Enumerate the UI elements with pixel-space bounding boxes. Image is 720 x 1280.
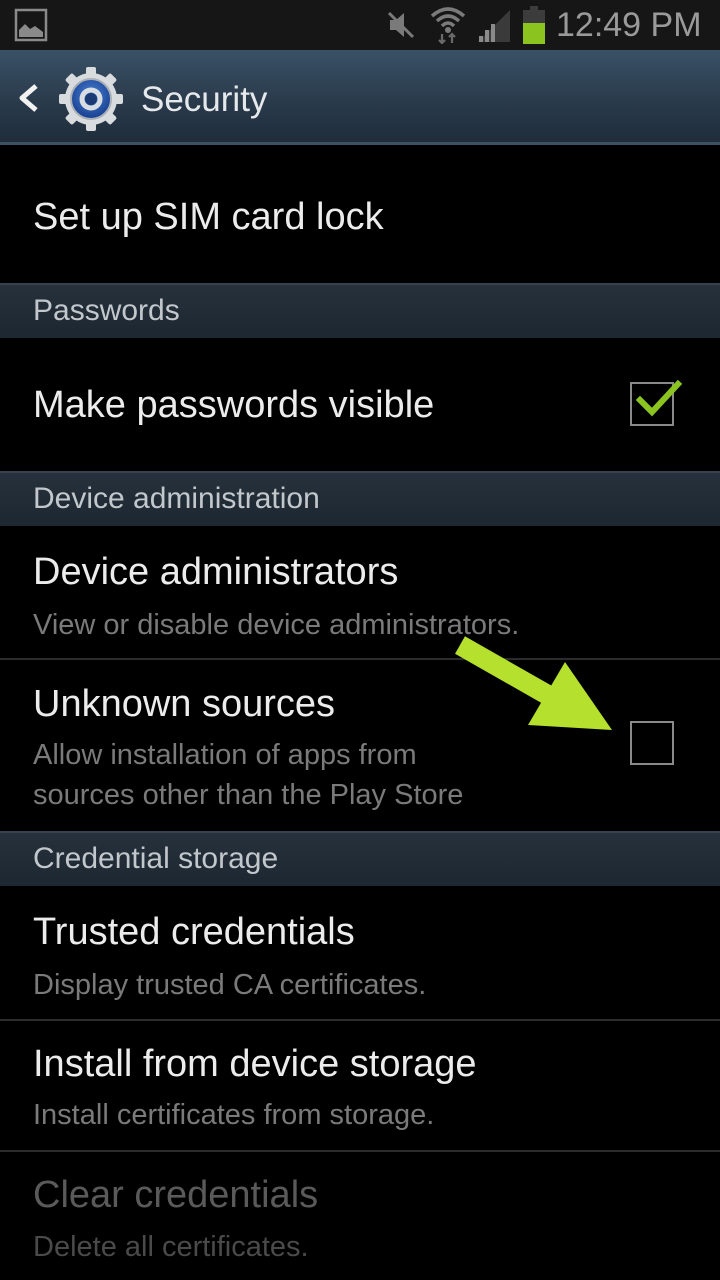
section-header-device-administration: Device administration	[0, 471, 720, 526]
action-bar: Security	[0, 50, 720, 145]
unknown-sources-title: Unknown sources	[33, 683, 336, 725]
section-label: Passwords	[33, 294, 180, 327]
unknown-sources-item[interactable]: Unknown sources Allow installation of ap…	[0, 660, 720, 831]
install-from-device-storage-title: Install from device storage	[33, 1043, 477, 1085]
status-bar: 12:49 PM	[0, 0, 720, 50]
gallery-notification-icon	[14, 8, 48, 42]
device-administrators-item[interactable]: Device administrators View or disable de…	[0, 526, 720, 658]
sim-card-lock-item[interactable]: Set up SIM card lock	[0, 148, 720, 283]
battery-icon	[523, 6, 545, 44]
status-time: 12:49 PM	[556, 6, 702, 44]
unknown-sources-subtitle-line1: Allow installation of apps from	[33, 739, 417, 771]
unknown-sources-subtitle-line2: sources other than the Play Store	[33, 779, 464, 811]
chevron-left-icon[interactable]	[14, 80, 42, 116]
wifi-icon	[430, 7, 466, 44]
trusted-credentials-item[interactable]: Trusted credentials Display trusted CA c…	[0, 886, 720, 1019]
signal-icon	[478, 10, 510, 42]
device-administrators-title: Device administrators	[33, 551, 399, 593]
section-header-passwords: Passwords	[0, 283, 720, 338]
device-administrators-subtitle: View or disable device administrators.	[33, 609, 520, 641]
make-passwords-visible-item[interactable]: Make passwords visible	[0, 338, 720, 471]
install-from-device-storage-item[interactable]: Install from device storage Install cert…	[0, 1021, 720, 1150]
make-passwords-visible-checkbox[interactable]	[630, 379, 683, 426]
install-from-device-storage-subtitle: Install certificates from storage.	[33, 1099, 435, 1131]
section-label: Credential storage	[33, 842, 279, 875]
trusted-credentials-title: Trusted credentials	[33, 911, 355, 953]
settings-gear-icon	[59, 67, 123, 131]
page-title: Security	[141, 80, 268, 119]
clear-credentials-title: Clear credentials	[33, 1174, 319, 1216]
make-passwords-visible-title: Make passwords visible	[33, 384, 435, 426]
mute-icon	[387, 11, 415, 39]
section-label: Device administration	[33, 482, 320, 515]
unknown-sources-checkbox[interactable]	[630, 721, 674, 765]
clear-credentials-item[interactable]: Clear credentials Delete all certificate…	[0, 1152, 720, 1280]
clear-credentials-subtitle: Delete all certificates.	[33, 1231, 309, 1263]
checkmark-icon	[635, 379, 683, 417]
section-header-credential-storage: Credential storage	[0, 831, 720, 886]
trusted-credentials-subtitle: Display trusted CA certificates.	[33, 969, 427, 1001]
sim-card-lock-title: Set up SIM card lock	[33, 196, 384, 238]
